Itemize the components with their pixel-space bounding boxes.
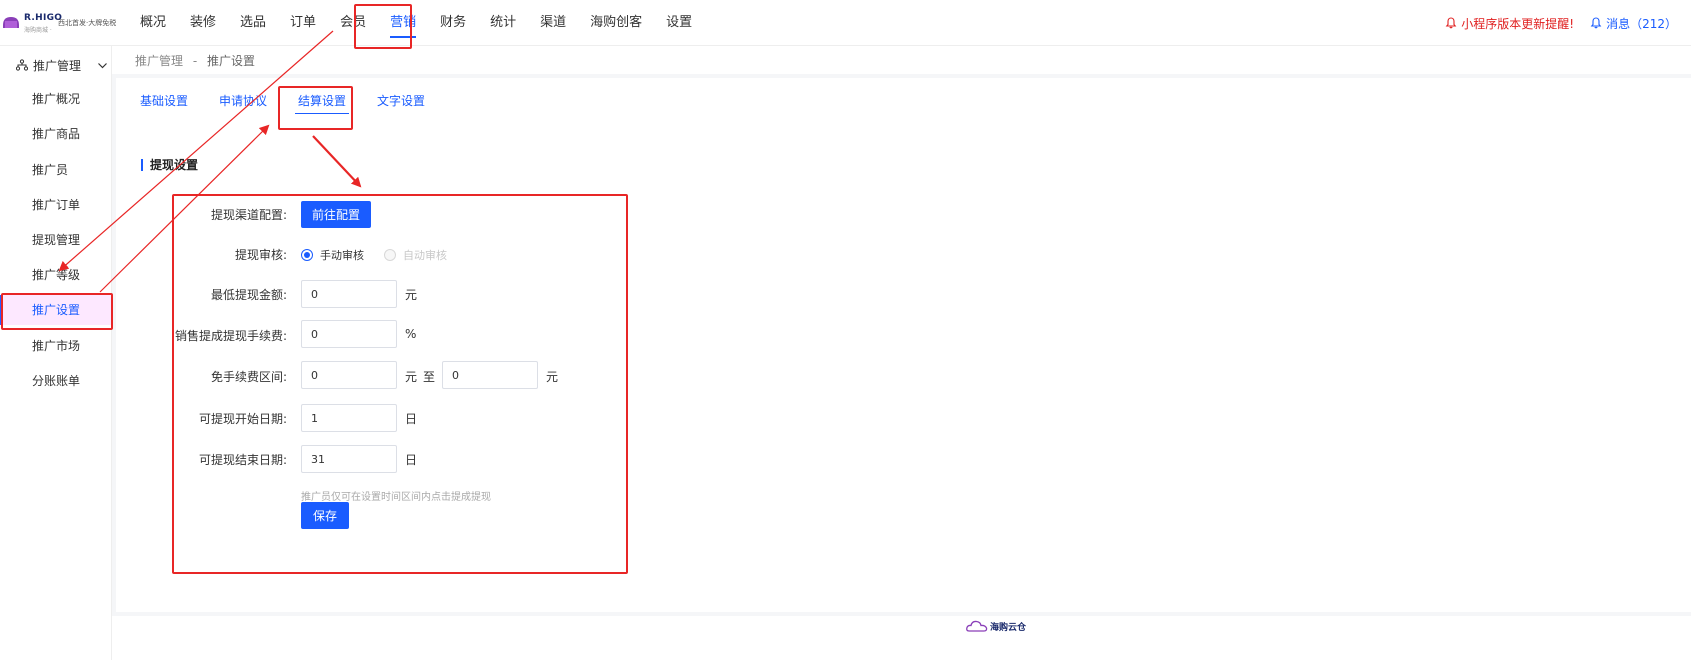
sidebar-item-promo-overview[interactable]: 推广概况	[0, 84, 112, 114]
start-day-input[interactable]	[301, 404, 397, 432]
withdraw-window-hint: 推广员仅可在设置时间区间内点击提成提现	[301, 492, 491, 503]
free-range-label: 免手续费区间:	[210, 370, 287, 384]
org-chart-icon	[16, 59, 28, 71]
tab-application-agreement[interactable]: 申请协议	[219, 92, 267, 118]
footer-cloud-logo-icon	[966, 620, 988, 632]
message-bell-icon	[1590, 17, 1602, 29]
breadcrumb: 推广管理 - 推广设置	[135, 52, 255, 69]
breadcrumb-current: 推广设置	[207, 54, 256, 68]
end-day-unit: 日	[405, 453, 418, 467]
review-label: 提现审核:	[234, 248, 287, 262]
tab-text-settings[interactable]: 文字设置	[377, 92, 425, 118]
app-page: R.HIGO 海购商城 · 西北首发·大牌免税 概况 装修 选品 订单 会员 营…	[0, 0, 1691, 660]
breadcrumb-separator: -	[192, 54, 198, 68]
section-title: 提现设置	[141, 159, 198, 171]
tab-basic-settings[interactable]: 基础设置	[140, 92, 188, 118]
free-range-to-word: 至	[423, 370, 436, 384]
radio-manual-review[interactable]: 手动审核	[301, 247, 364, 263]
breadcrumb-parent[interactable]: 推广管理	[135, 54, 183, 68]
settings-tabs: 基础设置 申请协议 结算设置 文字设置	[140, 92, 456, 118]
min-amount-label: 最低提现金额:	[210, 288, 287, 302]
sidebar: 推广管理 推广概况 推广商品 推广员 推广订单 提现管理 推广等级 推广设置 推…	[0, 46, 112, 660]
update-notice-link[interactable]: 小程序版本更新提醒!	[1445, 15, 1574, 32]
nav-item-product-selection[interactable]: 选品	[240, 0, 266, 46]
fee-input[interactable]	[301, 320, 397, 348]
nav-item-settings[interactable]: 设置	[666, 0, 692, 46]
footer-brand-text: 海购云仓	[990, 622, 1027, 633]
top-navbar: R.HIGO 海购商城 · 西北首发·大牌免税 概况 装修 选品 订单 会员 营…	[0, 0, 1691, 46]
min-amount-input[interactable]	[301, 280, 397, 308]
bell-icon	[1445, 17, 1457, 29]
fee-unit: %	[405, 327, 417, 341]
radio-auto-review-label: 自动审核	[403, 249, 447, 262]
channel-config-label: 提现渠道配置:	[210, 208, 287, 222]
start-day-label: 可提现开始日期:	[198, 412, 287, 426]
sidebar-group-label: 推广管理	[33, 58, 82, 73]
free-range-to-input[interactable]	[442, 361, 538, 389]
radio-checked-icon	[301, 249, 313, 261]
footer-logo: 海购云仓	[966, 618, 1026, 634]
chevron-down-icon	[98, 62, 107, 68]
messages-text: 消息（212）	[1606, 16, 1677, 31]
nav-item-members[interactable]: 会员	[340, 0, 366, 46]
nav-item-overview[interactable]: 概况	[140, 0, 166, 46]
nav-item-channels[interactable]: 渠道	[540, 0, 566, 46]
app-logo[interactable]: R.HIGO 海购商城 · 西北首发·大牌免税	[2, 10, 117, 36]
update-notice-text: 小程序版本更新提醒!	[1461, 16, 1575, 31]
sidebar-item-promoters[interactable]: 推广员	[0, 155, 112, 185]
header-actions: 小程序版本更新提醒! 消息（212）	[1445, 0, 1677, 46]
free-range-unit-2: 元	[546, 370, 559, 384]
logo-sub-text: 海购商城 ·	[24, 27, 52, 34]
logo-slogan: 西北首发·大牌免税	[58, 19, 117, 27]
brand-logo-icon	[3, 17, 19, 28]
nav-item-maker[interactable]: 海购创客	[590, 0, 642, 46]
free-range-from-input[interactable]	[301, 361, 397, 389]
go-configure-button[interactable]: 前往配置	[301, 201, 371, 228]
messages-link[interactable]: 消息（212）	[1590, 15, 1677, 32]
logo-brand-text: R.HIGO	[24, 13, 63, 23]
start-day-unit: 日	[405, 412, 418, 426]
radio-unchecked-icon	[384, 249, 396, 261]
nav-item-finance[interactable]: 财务	[440, 0, 466, 46]
free-range-unit: 元	[405, 370, 418, 384]
fee-label: 销售提成提现手续费:	[174, 329, 287, 343]
tab-settlement-settings[interactable]: 结算设置	[295, 92, 350, 118]
sidebar-group-header[interactable]: 推广管理	[16, 55, 108, 75]
min-amount-unit: 元	[405, 288, 418, 302]
radio-auto-review[interactable]: 自动审核	[384, 247, 447, 263]
nav-item-marketing[interactable]: 营销	[390, 0, 417, 46]
nav-item-orders[interactable]: 订单	[290, 0, 316, 46]
save-button[interactable]: 保存	[301, 502, 349, 529]
nav-item-decoration[interactable]: 装修	[190, 0, 216, 46]
radio-manual-review-label: 手动审核	[320, 249, 364, 262]
end-day-input[interactable]	[301, 445, 397, 473]
nav-item-statistics[interactable]: 统计	[490, 0, 516, 46]
main-nav: 概况 装修 选品 订单 会员 营销 财务 统计 渠道 海购创客 设置	[140, 0, 716, 46]
end-day-label: 可提现结束日期:	[198, 453, 287, 467]
sidebar-item-promo-products[interactable]: 推广商品	[0, 119, 112, 149]
